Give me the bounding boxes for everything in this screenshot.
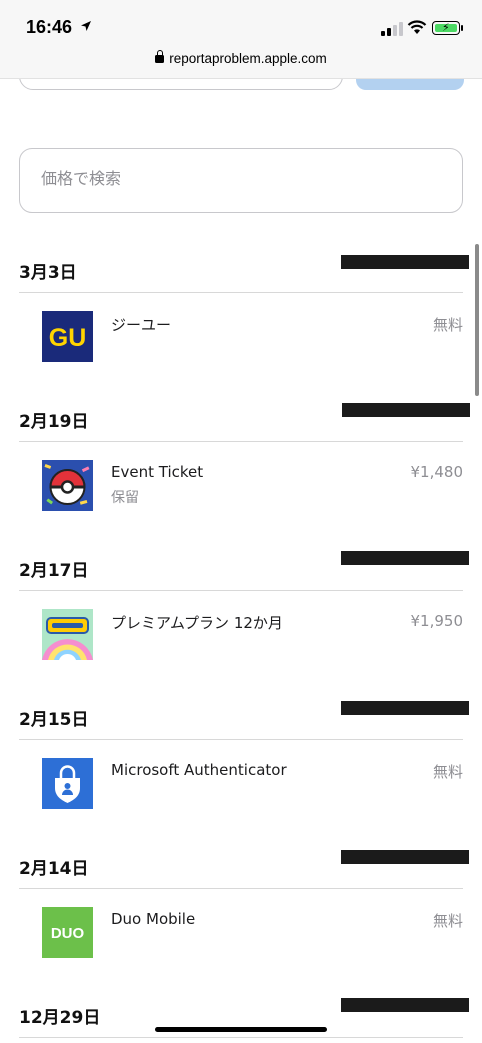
price: ¥1,480 [410,463,464,481]
divider [19,888,463,889]
home-indicator[interactable] [155,1027,327,1032]
app-name: プレミアムプラン 12か月 [111,614,283,632]
app-name: Microsoft Authenticator [111,761,287,779]
price-search-field[interactable] [19,148,463,213]
price: 無料 [432,763,463,781]
svg-text:DUO: DUO [51,925,85,942]
purchase-item[interactable]: Microsoft Authenticator 無料 [19,758,463,818]
price: 無料 [432,912,463,930]
purchase-item[interactable]: GU ジーユー 無料 [19,311,463,371]
purchase-date: 2月15日 [19,710,89,730]
price: ¥1,950 [410,612,464,630]
redacted-order-info [341,850,469,864]
pokemon-go-app-icon [42,460,93,511]
price: 無料 [432,316,463,334]
divider [19,292,463,293]
purchase-date: 2月19日 [19,412,89,432]
purchase-date: 12月29日 [19,1008,101,1028]
purchase-item[interactable]: Event Ticket 保留 ¥1,480 [19,460,463,520]
url-bar[interactable]: reportaproblem.apple.com [0,50,482,66]
redacted-order-info [341,551,469,565]
svg-text:GU: GU [49,324,87,352]
scrollbar[interactable] [475,244,479,396]
divider [19,1037,463,1038]
divider [19,590,463,591]
purchase-status: 保留 [111,490,139,506]
cellular-signal-icon [381,22,403,36]
purchase-item[interactable]: プレミアムプラン 12か月 ¥1,950 [19,609,463,669]
purchase-date: 2月14日 [19,859,89,879]
gu-app-icon: GU [42,311,93,362]
price-search-input[interactable] [39,168,443,189]
browser-status-bar: 16:46 ⚡ reportaproblem.apple.com [0,0,482,79]
redacted-order-info [341,255,469,269]
battery-charging-icon: ⚡ [432,21,460,35]
redacted-order-info [341,701,469,715]
duo-mobile-app-icon: DUO [42,907,93,958]
clock-time: 16:46 [26,17,73,37]
purchase-date: 2月17日 [19,561,89,581]
redacted-order-info [342,403,470,417]
wifi-icon [407,20,427,34]
purchase-date: 3月3日 [19,263,77,283]
location-arrow-icon [81,21,91,31]
app-name: ジーユー [111,316,172,334]
redacted-order-info [341,998,469,1012]
app-name: Event Ticket [111,463,204,481]
lock-icon [155,50,165,63]
app-name: Duo Mobile [111,910,196,928]
battery-cap [461,25,463,31]
purchase-item[interactable]: DUO Duo Mobile 無料 [19,907,463,967]
divider [19,441,463,442]
url-text: reportaproblem.apple.com [169,51,327,66]
microsoft-authenticator-app-icon [42,758,93,809]
pokemon-app-icon [42,609,93,660]
divider [19,739,463,740]
